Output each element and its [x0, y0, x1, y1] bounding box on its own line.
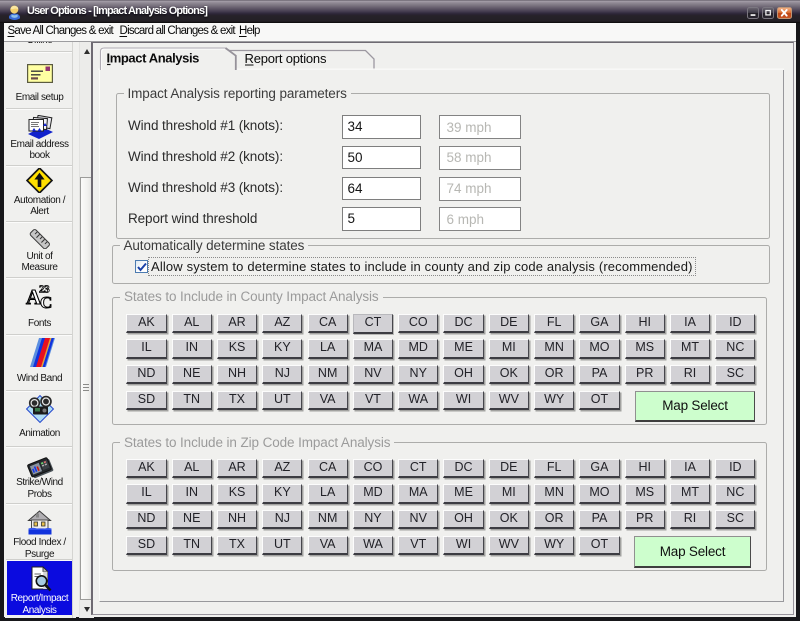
svg-text:Report options: Report options: [245, 51, 327, 66]
svg-text:Impact Analysis: Impact Analysis: [107, 51, 200, 66]
svg-text:C: C: [40, 293, 52, 309]
